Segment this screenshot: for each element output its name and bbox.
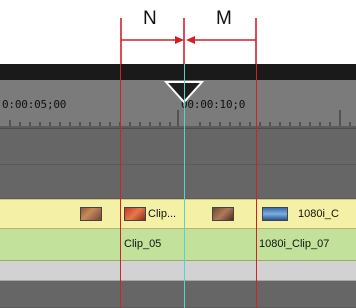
- video-track[interactable]: Clip... 1080i_C: [0, 199, 356, 229]
- clip-thumbnail: [262, 207, 288, 221]
- empty-track-2[interactable]: [0, 165, 356, 199]
- timeline-header-bar: [0, 64, 356, 80]
- grey-track[interactable]: [0, 261, 356, 281]
- audio-track[interactable]: Clip_05 1080i_Clip_07: [0, 229, 356, 261]
- clip-thumbnail: [124, 207, 146, 221]
- timeline-panel: 0:00:05;00 00:00:10;0 Clip... 1080i_C Cl…: [0, 64, 356, 308]
- audio-clip-label-right[interactable]: 1080i_Clip_07: [259, 238, 329, 250]
- playhead-line: [184, 64, 185, 308]
- empty-track-1[interactable]: [0, 129, 356, 165]
- time-ruler[interactable]: 0:00:05;00 00:00:10;0: [0, 80, 356, 128]
- clip-thumbnail: [212, 207, 234, 221]
- m-arrowhead: [186, 36, 195, 44]
- video-clip-label-middle[interactable]: Clip...: [148, 208, 176, 220]
- annotation-overlay: N M: [0, 0, 356, 64]
- audio-clip-label-left[interactable]: Clip_05: [124, 238, 161, 250]
- m-boundary-line: [256, 64, 257, 308]
- n-arrowhead: [175, 36, 184, 44]
- n-boundary-line: [120, 64, 121, 308]
- video-clip-label-right[interactable]: 1080i_C: [298, 208, 339, 220]
- annotation-arrows: [120, 18, 257, 64]
- clip-thumbnail: [80, 207, 102, 221]
- empty-track-3[interactable]: [0, 281, 356, 308]
